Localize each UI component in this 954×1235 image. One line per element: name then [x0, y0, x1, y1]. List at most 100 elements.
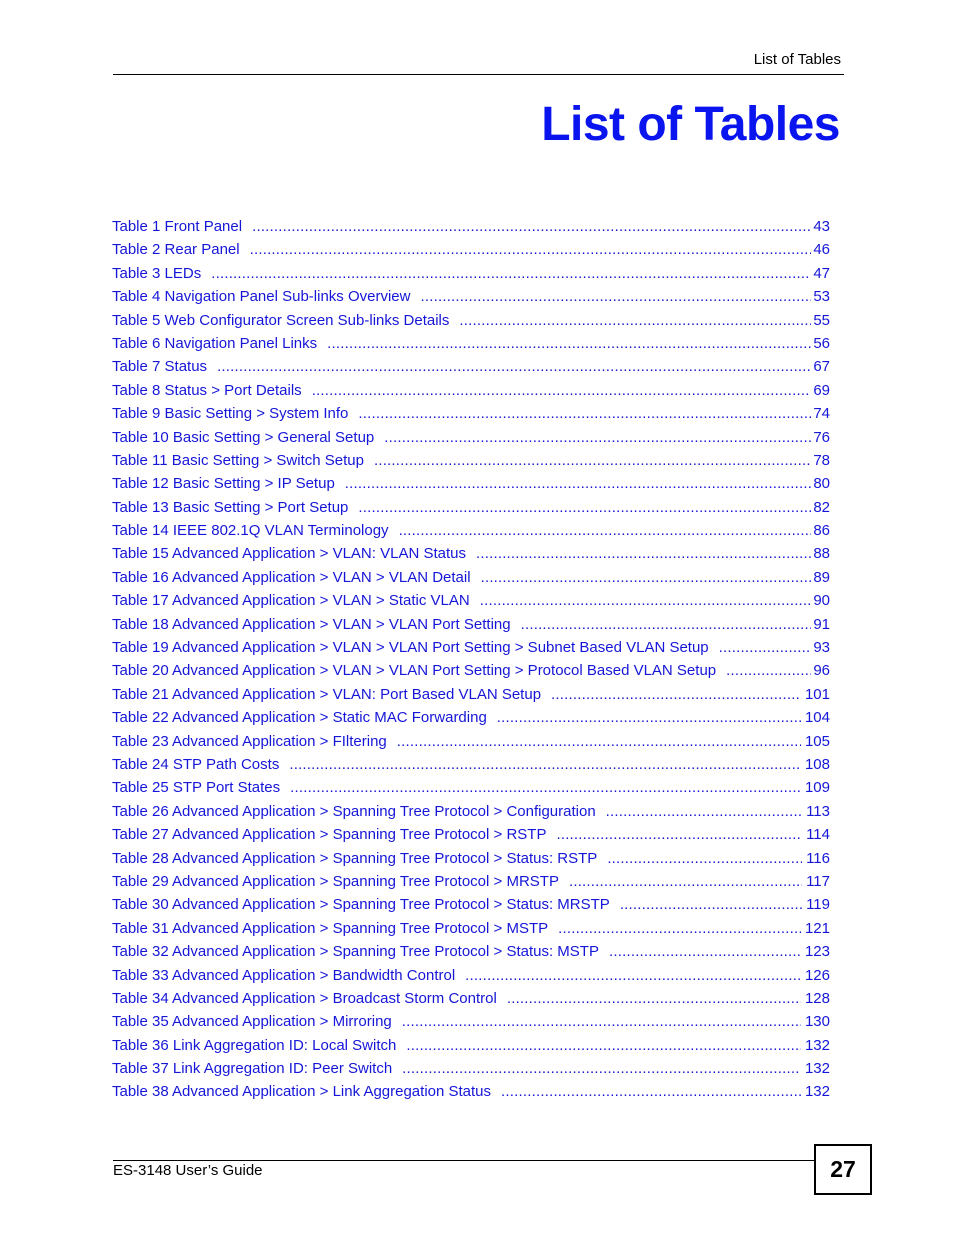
toc-entry-36[interactable]: Table 36 Link Aggregation ID: Local Swit… [112, 1037, 830, 1060]
toc-entry-page-number[interactable]: 55 [811, 312, 830, 329]
toc-entry-title[interactable]: Table 14 IEEE 802.1Q VLAN Terminology [112, 522, 399, 539]
toc-entry-page-number[interactable]: 109 [801, 779, 830, 796]
toc-entry-title[interactable]: Table 22 Advanced Application > Static M… [112, 709, 497, 726]
toc-entry-2[interactable]: Table 2 Rear Panel 46 [112, 241, 830, 264]
toc-entry-12[interactable]: Table 12 Basic Setting > IP Setup 80 [112, 475, 830, 498]
toc-entry-page-number[interactable]: 89 [811, 569, 830, 586]
toc-entry-27[interactable]: Table 27 Advanced Application > Spanning… [112, 826, 830, 849]
toc-entry-title[interactable]: Table 6 Navigation Panel Links [112, 335, 327, 352]
toc-entry-page-number[interactable]: 104 [801, 709, 830, 726]
toc-entry-page-number[interactable]: 132 [801, 1037, 830, 1054]
toc-entry-title[interactable]: Table 17 Advanced Application > VLAN > S… [112, 592, 480, 609]
toc-entry-page-number[interactable]: 78 [811, 452, 830, 469]
toc-entry-30[interactable]: Table 30 Advanced Application > Spanning… [112, 896, 830, 919]
toc-entry-page-number[interactable]: 53 [811, 288, 830, 305]
toc-entry-title[interactable]: Table 12 Basic Setting > IP Setup [112, 475, 345, 492]
toc-entry-25[interactable]: Table 25 STP Port States 109 [112, 779, 830, 802]
toc-entry-page-number[interactable]: 91 [811, 616, 830, 633]
toc-entry-title[interactable]: Table 28 Advanced Application > Spanning… [112, 850, 607, 867]
toc-entry-19[interactable]: Table 19 Advanced Application > VLAN > V… [112, 639, 830, 662]
toc-entry-page-number[interactable]: 119 [802, 896, 830, 913]
toc-entry-page-number[interactable]: 128 [801, 990, 830, 1007]
toc-entry-page-number[interactable]: 116 [802, 850, 830, 867]
toc-entry-21[interactable]: Table 21 Advanced Application > VLAN: Po… [112, 686, 830, 709]
toc-entry-page-number[interactable]: 74 [811, 405, 830, 422]
toc-entry-page-number[interactable]: 130 [801, 1013, 830, 1030]
toc-entry-title[interactable]: Table 15 Advanced Application > VLAN: VL… [112, 545, 476, 562]
toc-entry-title[interactable]: Table 37 Link Aggregation ID: Peer Switc… [112, 1060, 402, 1077]
toc-entry-page-number[interactable]: 80 [811, 475, 830, 492]
toc-entry-page-number[interactable]: 88 [811, 545, 830, 562]
toc-entry-page-number[interactable]: 101 [801, 686, 830, 703]
toc-entry-title[interactable]: Table 7 Status [112, 358, 217, 375]
toc-entry-title[interactable]: Table 3 LEDs [112, 265, 211, 282]
toc-entry-title[interactable]: Table 24 STP Path Costs [112, 756, 289, 773]
toc-entry-page-number[interactable]: 67 [811, 358, 830, 375]
toc-entry-title[interactable]: Table 31 Advanced Application > Spanning… [112, 920, 558, 937]
toc-entry-page-number[interactable]: 93 [811, 639, 830, 656]
toc-entry-14[interactable]: Table 14 IEEE 802.1Q VLAN Terminology 86 [112, 522, 830, 545]
toc-entry-page-number[interactable]: 69 [811, 382, 830, 399]
toc-entry-3[interactable]: Table 3 LEDs 47 [112, 265, 830, 288]
toc-entry-title[interactable]: Table 1 Front Panel [112, 218, 252, 235]
toc-entry-page-number[interactable]: 56 [811, 335, 830, 352]
toc-entry-page-number[interactable]: 82 [811, 499, 830, 516]
toc-entry-15[interactable]: Table 15 Advanced Application > VLAN: VL… [112, 545, 830, 568]
toc-entry-title[interactable]: Table 2 Rear Panel [112, 241, 250, 258]
toc-entry-18[interactable]: Table 18 Advanced Application > VLAN > V… [112, 616, 830, 639]
toc-entry-8[interactable]: Table 8 Status > Port Details 69 [112, 382, 830, 405]
toc-entry-17[interactable]: Table 17 Advanced Application > VLAN > S… [112, 592, 830, 615]
toc-entry-4[interactable]: Table 4 Navigation Panel Sub-links Overv… [112, 288, 830, 311]
toc-entry-title[interactable]: Table 33 Advanced Application > Bandwidt… [112, 967, 465, 984]
toc-entry-26[interactable]: Table 26 Advanced Application > Spanning… [112, 803, 830, 826]
toc-entry-page-number[interactable]: 96 [811, 662, 830, 679]
toc-entry-title[interactable]: Table 36 Link Aggregation ID: Local Swit… [112, 1037, 406, 1054]
toc-entry-35[interactable]: Table 35 Advanced Application > Mirrorin… [112, 1013, 830, 1036]
toc-entry-title[interactable]: Table 13 Basic Setting > Port Setup [112, 499, 358, 516]
toc-entry-37[interactable]: Table 37 Link Aggregation ID: Peer Switc… [112, 1060, 830, 1083]
toc-entry-31[interactable]: Table 31 Advanced Application > Spanning… [112, 920, 830, 943]
toc-entry-page-number[interactable]: 105 [801, 733, 830, 750]
toc-entry-page-number[interactable]: 114 [802, 826, 830, 843]
toc-entry-28[interactable]: Table 28 Advanced Application > Spanning… [112, 850, 830, 873]
toc-entry-38[interactable]: Table 38 Advanced Application > Link Agg… [112, 1083, 830, 1106]
toc-entry-title[interactable]: Table 21 Advanced Application > VLAN: Po… [112, 686, 551, 703]
toc-entry-title[interactable]: Table 23 Advanced Application > FIlterin… [112, 733, 397, 750]
toc-entry-1[interactable]: Table 1 Front Panel 43 [112, 218, 830, 241]
toc-entry-34[interactable]: Table 34 Advanced Application > Broadcas… [112, 990, 830, 1013]
toc-entry-13[interactable]: Table 13 Basic Setting > Port Setup 82 [112, 499, 830, 522]
toc-entry-page-number[interactable]: 123 [801, 943, 830, 960]
toc-entry-title[interactable]: Table 32 Advanced Application > Spanning… [112, 943, 609, 960]
toc-entry-29[interactable]: Table 29 Advanced Application > Spanning… [112, 873, 830, 896]
toc-entry-title[interactable]: Table 30 Advanced Application > Spanning… [112, 896, 620, 913]
toc-entry-page-number[interactable]: 113 [802, 803, 830, 820]
toc-entry-page-number[interactable]: 76 [811, 429, 830, 446]
toc-entry-page-number[interactable]: 86 [811, 522, 830, 539]
toc-entry-6[interactable]: Table 6 Navigation Panel Links 56 [112, 335, 830, 358]
toc-entry-33[interactable]: Table 33 Advanced Application > Bandwidt… [112, 967, 830, 990]
toc-entry-11[interactable]: Table 11 Basic Setting > Switch Setup 78 [112, 452, 830, 475]
toc-entry-title[interactable]: Table 35 Advanced Application > Mirrorin… [112, 1013, 402, 1030]
toc-entry-20[interactable]: Table 20 Advanced Application > VLAN > V… [112, 662, 830, 685]
toc-entry-title[interactable]: Table 29 Advanced Application > Spanning… [112, 873, 569, 890]
toc-entry-title[interactable]: Table 27 Advanced Application > Spanning… [112, 826, 556, 843]
toc-entry-7[interactable]: Table 7 Status 67 [112, 358, 830, 381]
toc-entry-title[interactable]: Table 5 Web Configurator Screen Sub-link… [112, 312, 459, 329]
toc-entry-title[interactable]: Table 25 STP Port States [112, 779, 290, 796]
toc-entry-page-number[interactable]: 46 [811, 241, 830, 258]
toc-entry-16[interactable]: Table 16 Advanced Application > VLAN > V… [112, 569, 830, 592]
toc-entry-page-number[interactable]: 43 [811, 218, 830, 235]
toc-entry-title[interactable]: Table 10 Basic Setting > General Setup [112, 429, 384, 446]
toc-entry-10[interactable]: Table 10 Basic Setting > General Setup 7… [112, 429, 830, 452]
toc-entry-page-number[interactable]: 90 [811, 592, 830, 609]
toc-entry-title[interactable]: Table 19 Advanced Application > VLAN > V… [112, 639, 719, 656]
toc-entry-title[interactable]: Table 8 Status > Port Details [112, 382, 312, 399]
toc-entry-title[interactable]: Table 16 Advanced Application > VLAN > V… [112, 569, 481, 586]
toc-entry-title[interactable]: Table 34 Advanced Application > Broadcas… [112, 990, 507, 1007]
toc-entry-title[interactable]: Table 26 Advanced Application > Spanning… [112, 803, 606, 820]
toc-entry-page-number[interactable]: 132 [801, 1060, 830, 1077]
toc-entry-22[interactable]: Table 22 Advanced Application > Static M… [112, 709, 830, 732]
toc-entry-title[interactable]: Table 20 Advanced Application > VLAN > V… [112, 662, 726, 679]
toc-entry-page-number[interactable]: 121 [801, 920, 830, 937]
toc-entry-23[interactable]: Table 23 Advanced Application > FIlterin… [112, 733, 830, 756]
